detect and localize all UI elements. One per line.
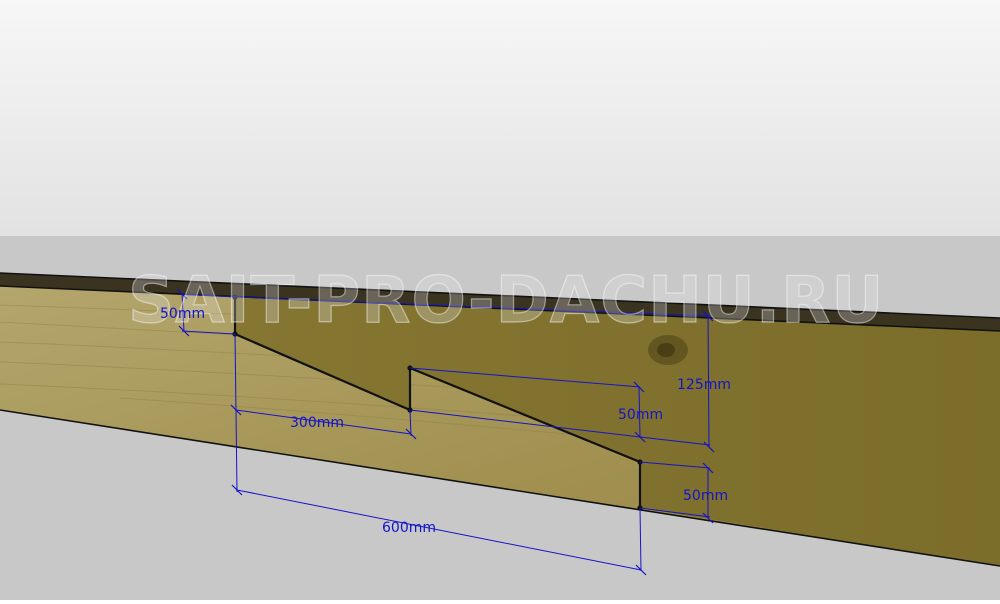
sketchup-viewport[interactable]: SAIT-PRO-DACHU.RU 50mm 300mm 50mm 125mm … xyxy=(0,0,1000,600)
dim-label-total-run: 600mm xyxy=(382,520,436,536)
model-canvas[interactable]: SAIT-PRO-DACHU.RU 50mm 300mm 50mm 125mm … xyxy=(0,0,1000,600)
dim-label-overall-depth: 125mm xyxy=(677,377,731,393)
dim-label-top-cut: 50mm xyxy=(160,306,205,322)
watermark: SAIT-PRO-DACHU.RU xyxy=(128,264,884,338)
dim-label-second-step-rise: 50mm xyxy=(618,407,663,423)
sky xyxy=(0,0,1000,236)
dim-label-first-step-run: 300mm xyxy=(290,415,344,431)
dim-label-bottom-cut: 50mm xyxy=(683,488,728,504)
